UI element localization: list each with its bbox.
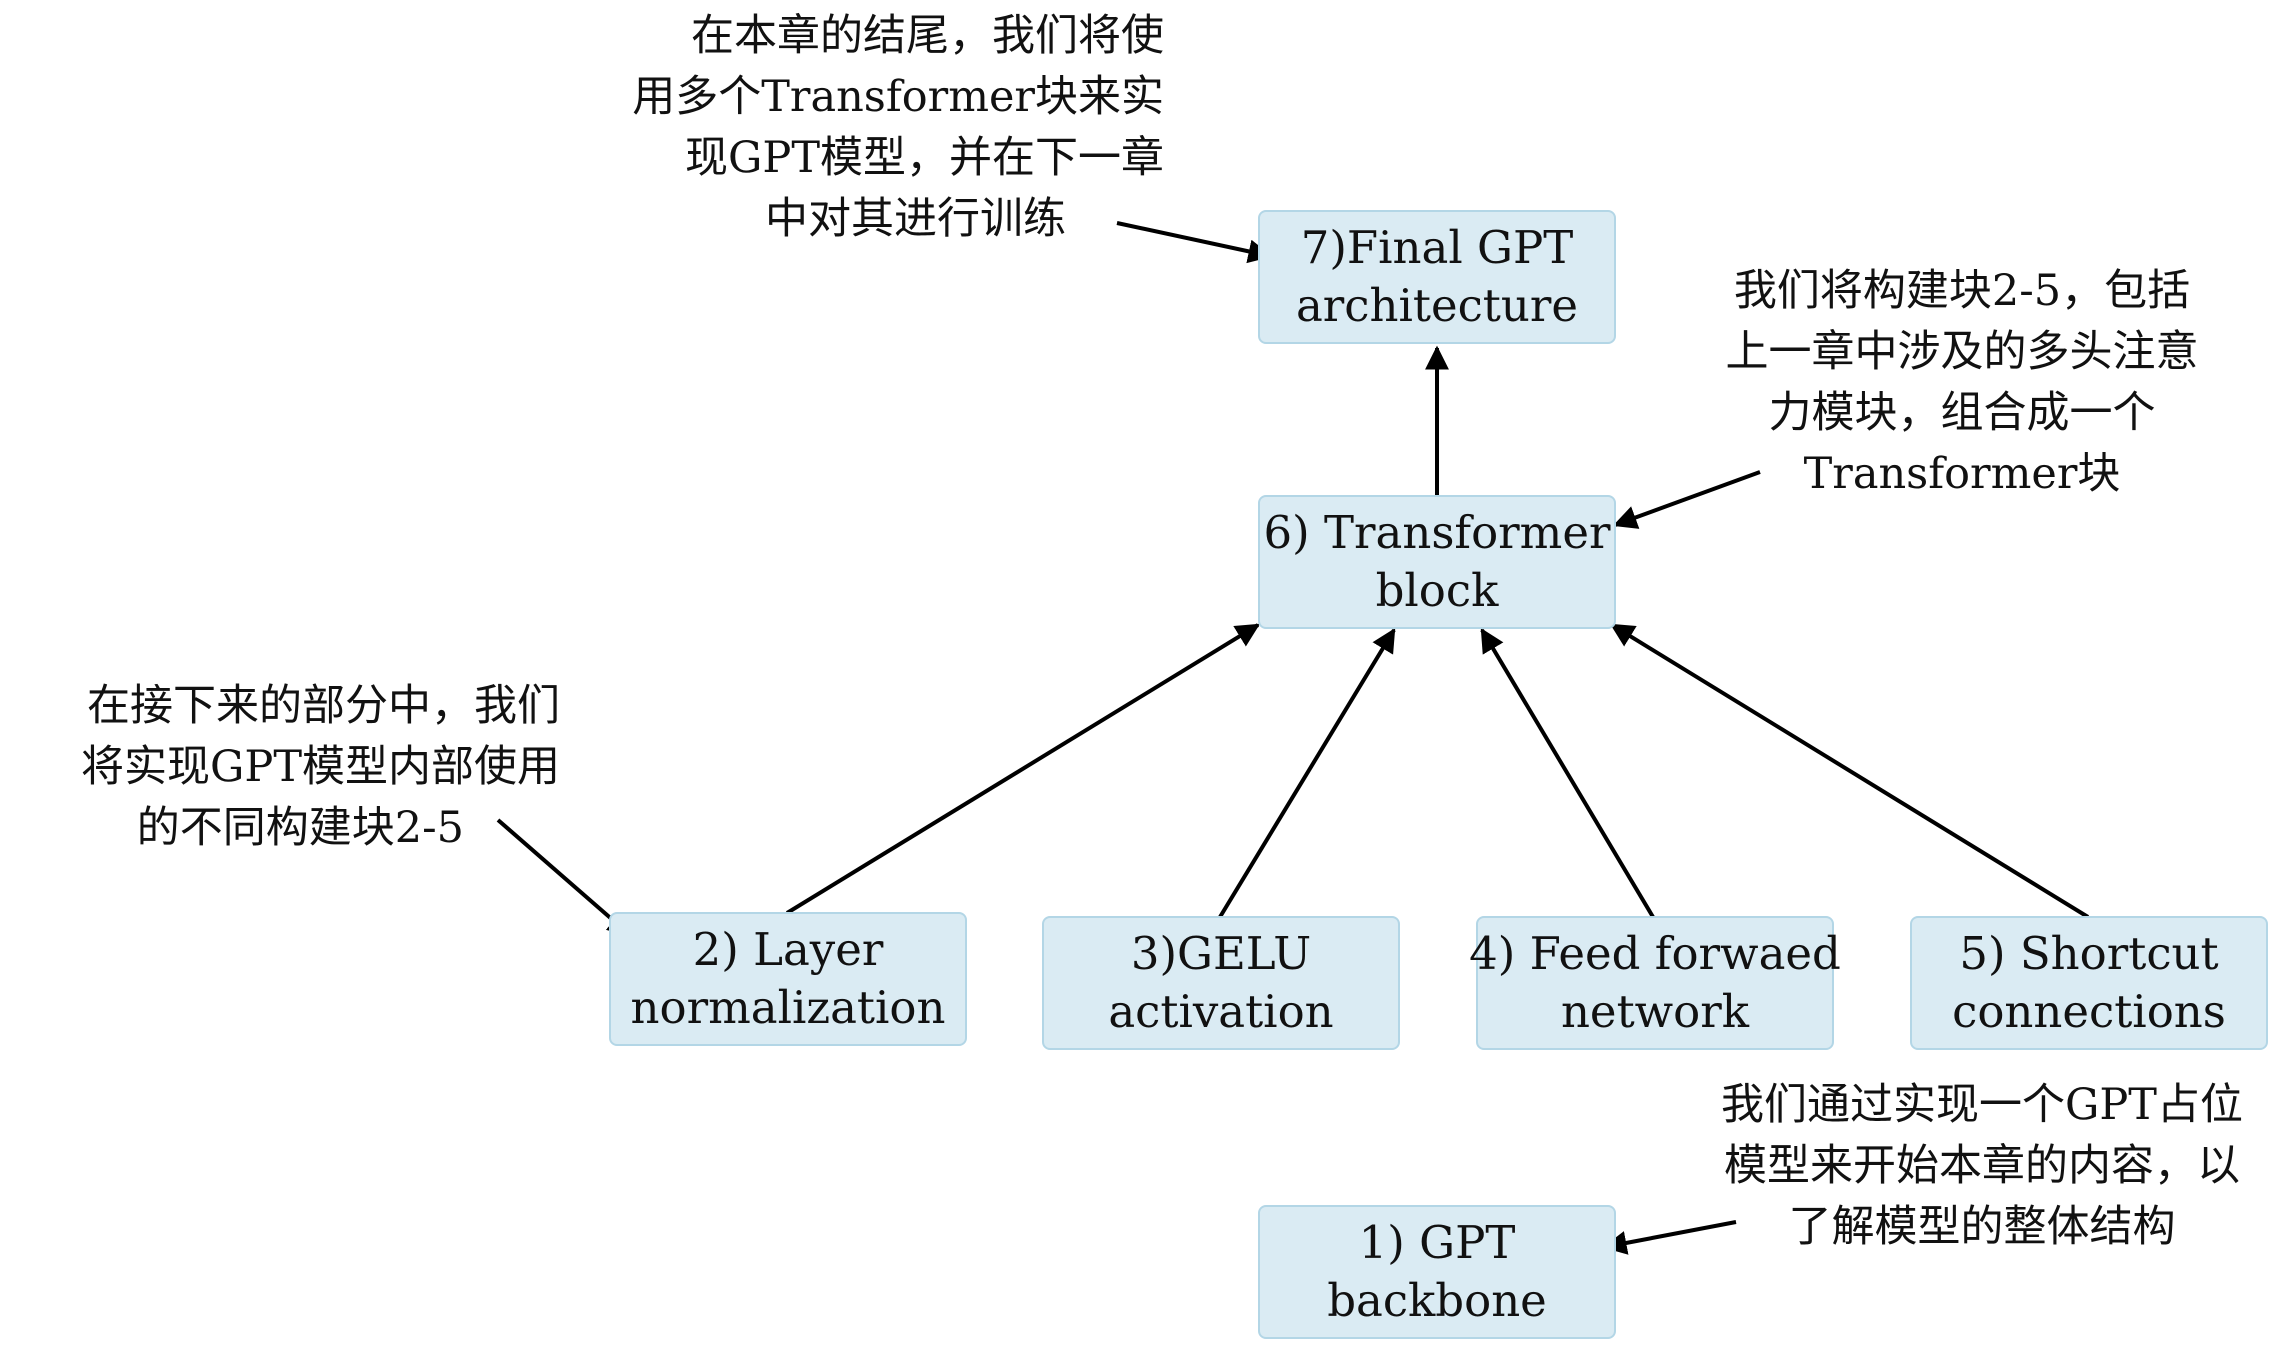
note-line: 了解模型的整体结构 bbox=[1788, 1202, 2176, 1252]
node-label-line2: normalization bbox=[630, 981, 946, 1034]
node-label-line1: 2) Layer bbox=[692, 923, 884, 976]
note-line: 在接下来的部分中，我们 bbox=[87, 681, 560, 731]
arrow-layernorm-to-block bbox=[785, 623, 1261, 915]
node-final-gpt-architecture: 7)Final GPT architecture bbox=[1258, 210, 1616, 344]
note-start-placeholder: 我们通过实现一个GPT占位 模型来开始本章的内容，以 了解模型的整体结构 bbox=[1690, 1075, 2274, 1258]
node-gpt-backbone: 1) GPT backbone bbox=[1258, 1205, 1616, 1339]
node-label-line2: block bbox=[1375, 564, 1499, 617]
node-label-line2: connections bbox=[1952, 985, 2226, 1038]
node-shortcut-connections: 5) Shortcut connections bbox=[1910, 916, 2268, 1050]
note-line: 用多个Transformer块来实 bbox=[632, 72, 1164, 122]
note-chapter-end: 在本章的结尾，我们将使 用多个Transformer块来实 现GPT模型，并在下… bbox=[632, 6, 1164, 250]
node-label-line1: 7)Final GPT bbox=[1300, 221, 1574, 274]
note-build-blocks: 我们将构建块2-5，包括 上一章中涉及的多头注意 力模块，组合成一个 Trans… bbox=[1693, 261, 2231, 505]
note-line: 模型来开始本章的内容，以 bbox=[1724, 1141, 2240, 1191]
note-next-sections: 在接下来的部分中，我们 将实现GPT模型内部使用 的不同构建块2-5 bbox=[22, 676, 560, 859]
note-line: Transformer块 bbox=[1803, 449, 2121, 499]
node-feed-forward-network: 4) Feed forwaed network bbox=[1469, 916, 1841, 1050]
note-line: 我们将构建块2-5，包括 bbox=[1733, 266, 2191, 316]
node-label-line1: 3)GELU bbox=[1130, 927, 1312, 980]
note-line: 现GPT模型，并在下一章 bbox=[685, 133, 1164, 183]
note-line: 中对其进行训练 bbox=[765, 194, 1066, 244]
node-label-line2: network bbox=[1560, 985, 1750, 1038]
node-label-line2: architecture bbox=[1295, 279, 1579, 332]
arrow-feedforward-to-block bbox=[1480, 627, 1655, 919]
note-line: 力模块，组合成一个 bbox=[1768, 388, 2156, 438]
note-line: 我们通过实现一个GPT占位 bbox=[1721, 1080, 2243, 1130]
node-label-line1: 1) GPT bbox=[1358, 1216, 1516, 1269]
node-label-line2: activation bbox=[1108, 985, 1334, 1038]
note-line: 的不同构建块2-5 bbox=[136, 803, 464, 853]
arrow-gelu-to-block bbox=[1218, 627, 1396, 919]
node-transformer-block: 6) Transformer block bbox=[1258, 495, 1616, 629]
node-gelu-activation: 3)GELU activation bbox=[1042, 916, 1400, 1050]
node-layer-normalization: 2) Layer normalization bbox=[609, 912, 967, 1046]
note-line: 将实现GPT模型内部使用 bbox=[81, 742, 560, 792]
node-label-line2: backbone bbox=[1327, 1274, 1547, 1327]
note-line: 在本章的结尾，我们将使 bbox=[691, 11, 1164, 61]
node-label-line1: 6) Transformer bbox=[1263, 506, 1611, 559]
arrow-shortcut-to-block bbox=[1609, 623, 2090, 919]
note-line: 上一章中涉及的多头注意 bbox=[1725, 327, 2199, 377]
node-label-line1: 4) Feed forwaed bbox=[1469, 927, 1841, 980]
node-label-line1: 5) Shortcut bbox=[1959, 927, 2219, 980]
